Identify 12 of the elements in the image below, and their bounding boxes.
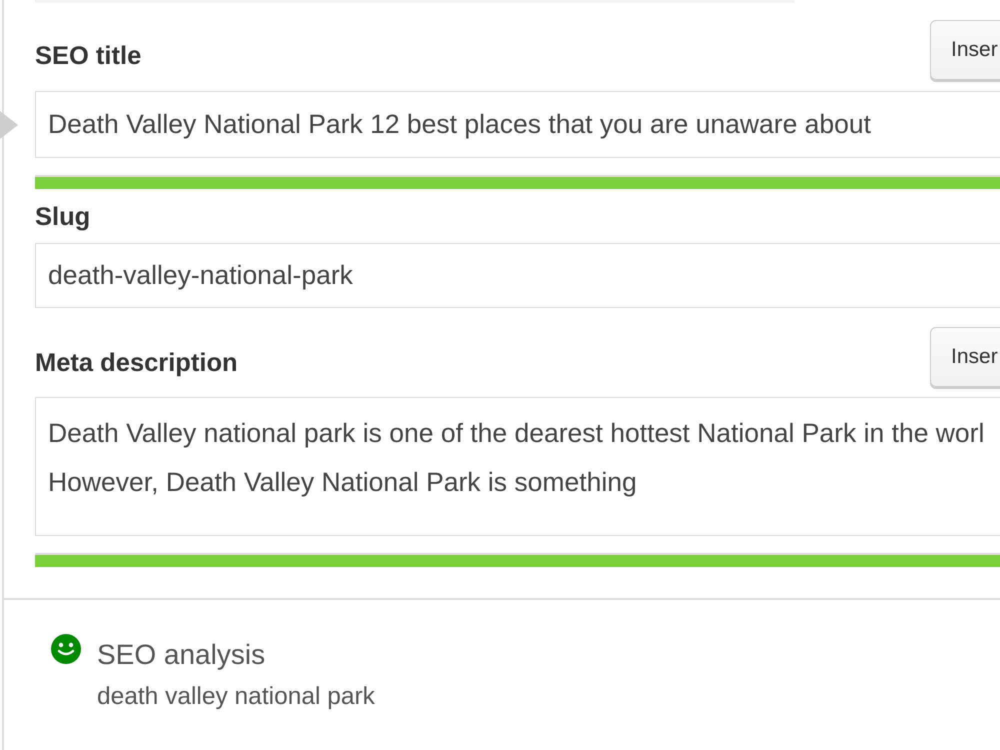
textarea-field[interactable]: Death Valley national park is one of the dearest hottest National Park in the worl However, Death Valley National Park is something <box>35 397 1000 536</box>
smiley-face-icon <box>51 634 81 664</box>
text-input-field[interactable]: Death Valley National Park 12 best places that you are unaware about <box>35 91 1000 158</box>
field-label: SEO title <box>35 41 142 71</box>
insert-variable-button[interactable]: Inser <box>930 327 1000 387</box>
field-label: Meta description <box>35 348 238 378</box>
text-input-field[interactable]: death-valley-national-park <box>35 243 1000 308</box>
field-label: Slug <box>35 202 90 232</box>
insert-variable-button[interactable]: Inser <box>930 20 1000 80</box>
caret-icon <box>0 111 18 139</box>
section-heading[interactable]: SEO analysis <box>97 638 375 672</box>
focus-keyphrase: death valley national park <box>97 682 375 712</box>
